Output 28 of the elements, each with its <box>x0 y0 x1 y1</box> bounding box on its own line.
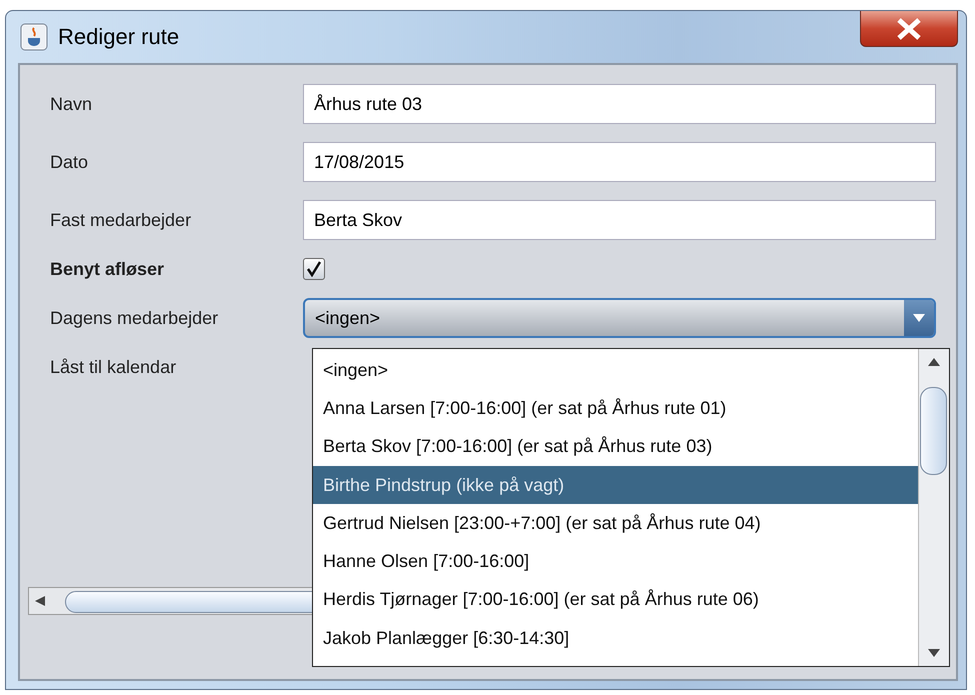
scroll-down-icon <box>928 648 940 658</box>
field-label: Dato <box>50 152 90 172</box>
field-label: Dagens medarbejder <box>50 308 220 328</box>
list-item[interactable]: Anna Larsen [7:00-16:00] (er sat på Århus rute 01) <box>313 389 918 428</box>
text-field[interactable]: 17/08/2015 <box>303 142 936 182</box>
field-label: Fast medarbejder <box>50 210 192 230</box>
list-item[interactable]: <ingen> <box>313 351 918 390</box>
list-item[interactable]: Gertrud Nielsen [23:00-+7:00] (er sat på Århus rute 04) <box>313 504 918 542</box>
field-label: Benyt afløser <box>50 258 166 280</box>
window-title: Rediger rute <box>58 24 180 50</box>
vertical-scrollbar[interactable] <box>918 349 949 666</box>
list-item[interactable]: Herdis Tjørnager [7:00-16:00] (er sat på Århus rute 06) <box>313 580 918 620</box>
dropdown-field[interactable]: <ingen> <box>303 298 936 338</box>
field-label: Navn <box>50 94 94 114</box>
scroll-thumb[interactable] <box>920 387 947 475</box>
field-label: Låst til kalendar <box>50 356 178 378</box>
dropdown-arrow-icon <box>913 313 925 323</box>
list-item[interactable]: Hanne Olsen [7:00-16:00] <box>313 542 918 581</box>
checkbox[interactable] <box>303 258 325 280</box>
scroll-up-icon <box>928 357 940 367</box>
text-field[interactable]: Berta Skov <box>303 200 936 240</box>
scroll-left-icon <box>33 595 47 607</box>
list-item[interactable]: Birthe Pindstrup (ikke på vagt) <box>313 466 918 504</box>
text-field[interactable]: Århus rute 03 <box>303 84 936 124</box>
app-icon <box>20 23 48 51</box>
list-item[interactable]: Jakob Planlægger [6:30-14:30] <box>313 619 918 658</box>
close-button[interactable] <box>860 11 958 47</box>
list-item[interactable]: Berta Skov [7:00-16:00] (er sat på Århus rute 03) <box>313 428 918 466</box>
